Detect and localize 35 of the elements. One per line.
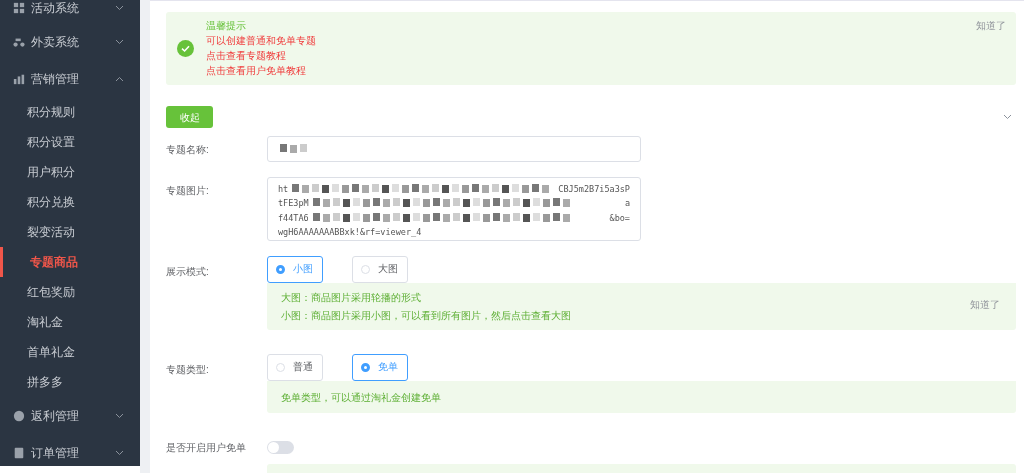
sidebar-subitem[interactable]: 积分设置: [0, 127, 140, 157]
sidebar-subitem[interactable]: 首单礼金: [0, 337, 140, 367]
sidebar-subitem[interactable]: 裂变活动: [0, 217, 140, 247]
notice-text: 点击查看用户免单教程: [206, 64, 306, 78]
chevron-down-icon: [1003, 114, 1012, 120]
image-url-field[interactable]: ht CBJ5m2B7i5a3sP tFE3pM a f44TA6 &bo= wgH6AAAAAAABBxk!&rf=viewer_4: [267, 177, 641, 241]
notice-text: 可以创建普通和免单专题: [206, 34, 316, 48]
field-label: 是否开启用户免单: [166, 441, 246, 455]
name-field[interactable]: [267, 136, 641, 162]
coin-icon: [13, 409, 25, 422]
hint-text: 小图：商品图片采用小图，可以看到所有图片，然后点击查看大图: [281, 309, 571, 323]
notice-title: 温馨提示: [206, 19, 246, 33]
sidebar-subitem[interactable]: 积分兑换: [0, 187, 140, 217]
field-label: 展示模式:: [166, 265, 209, 279]
sidebar-subitem[interactable]: 红包奖励: [0, 277, 140, 307]
sidebar-item[interactable]: 返利管理: [0, 397, 140, 434]
check-circle-icon: [177, 40, 194, 57]
hint-text: 大图：商品图片采用轮播的形式: [281, 291, 421, 305]
notice-text: 点击查看专题教程: [206, 49, 286, 63]
hint-text: 免单类型，可以通过淘礼金创建免单: [281, 390, 441, 405]
sidebar-subitem[interactable]: 淘礼金: [0, 307, 140, 337]
sidebar-subitem[interactable]: 用户积分: [0, 157, 140, 187]
toggle-switch[interactable]: [267, 441, 294, 454]
field-label: 专题图片:: [166, 184, 209, 198]
sidebar-item[interactable]: 活动系统: [0, 0, 140, 23]
field-label: 专题名称:: [166, 142, 209, 157]
clipboard-icon: [13, 446, 25, 459]
sidebar-item[interactable]: 订单管理: [0, 434, 140, 466]
bar-chart-icon: [13, 72, 25, 85]
sidebar-subitem[interactable]: 积分规则: [0, 97, 140, 127]
sidebar-subitem[interactable]: 拼多多: [0, 367, 140, 397]
field-label: 专题类型:: [166, 363, 209, 377]
sidebar-item[interactable]: 外卖系统: [0, 23, 140, 60]
grid-icon: [13, 2, 25, 14]
sidebar-item[interactable]: 营销管理: [0, 60, 140, 97]
